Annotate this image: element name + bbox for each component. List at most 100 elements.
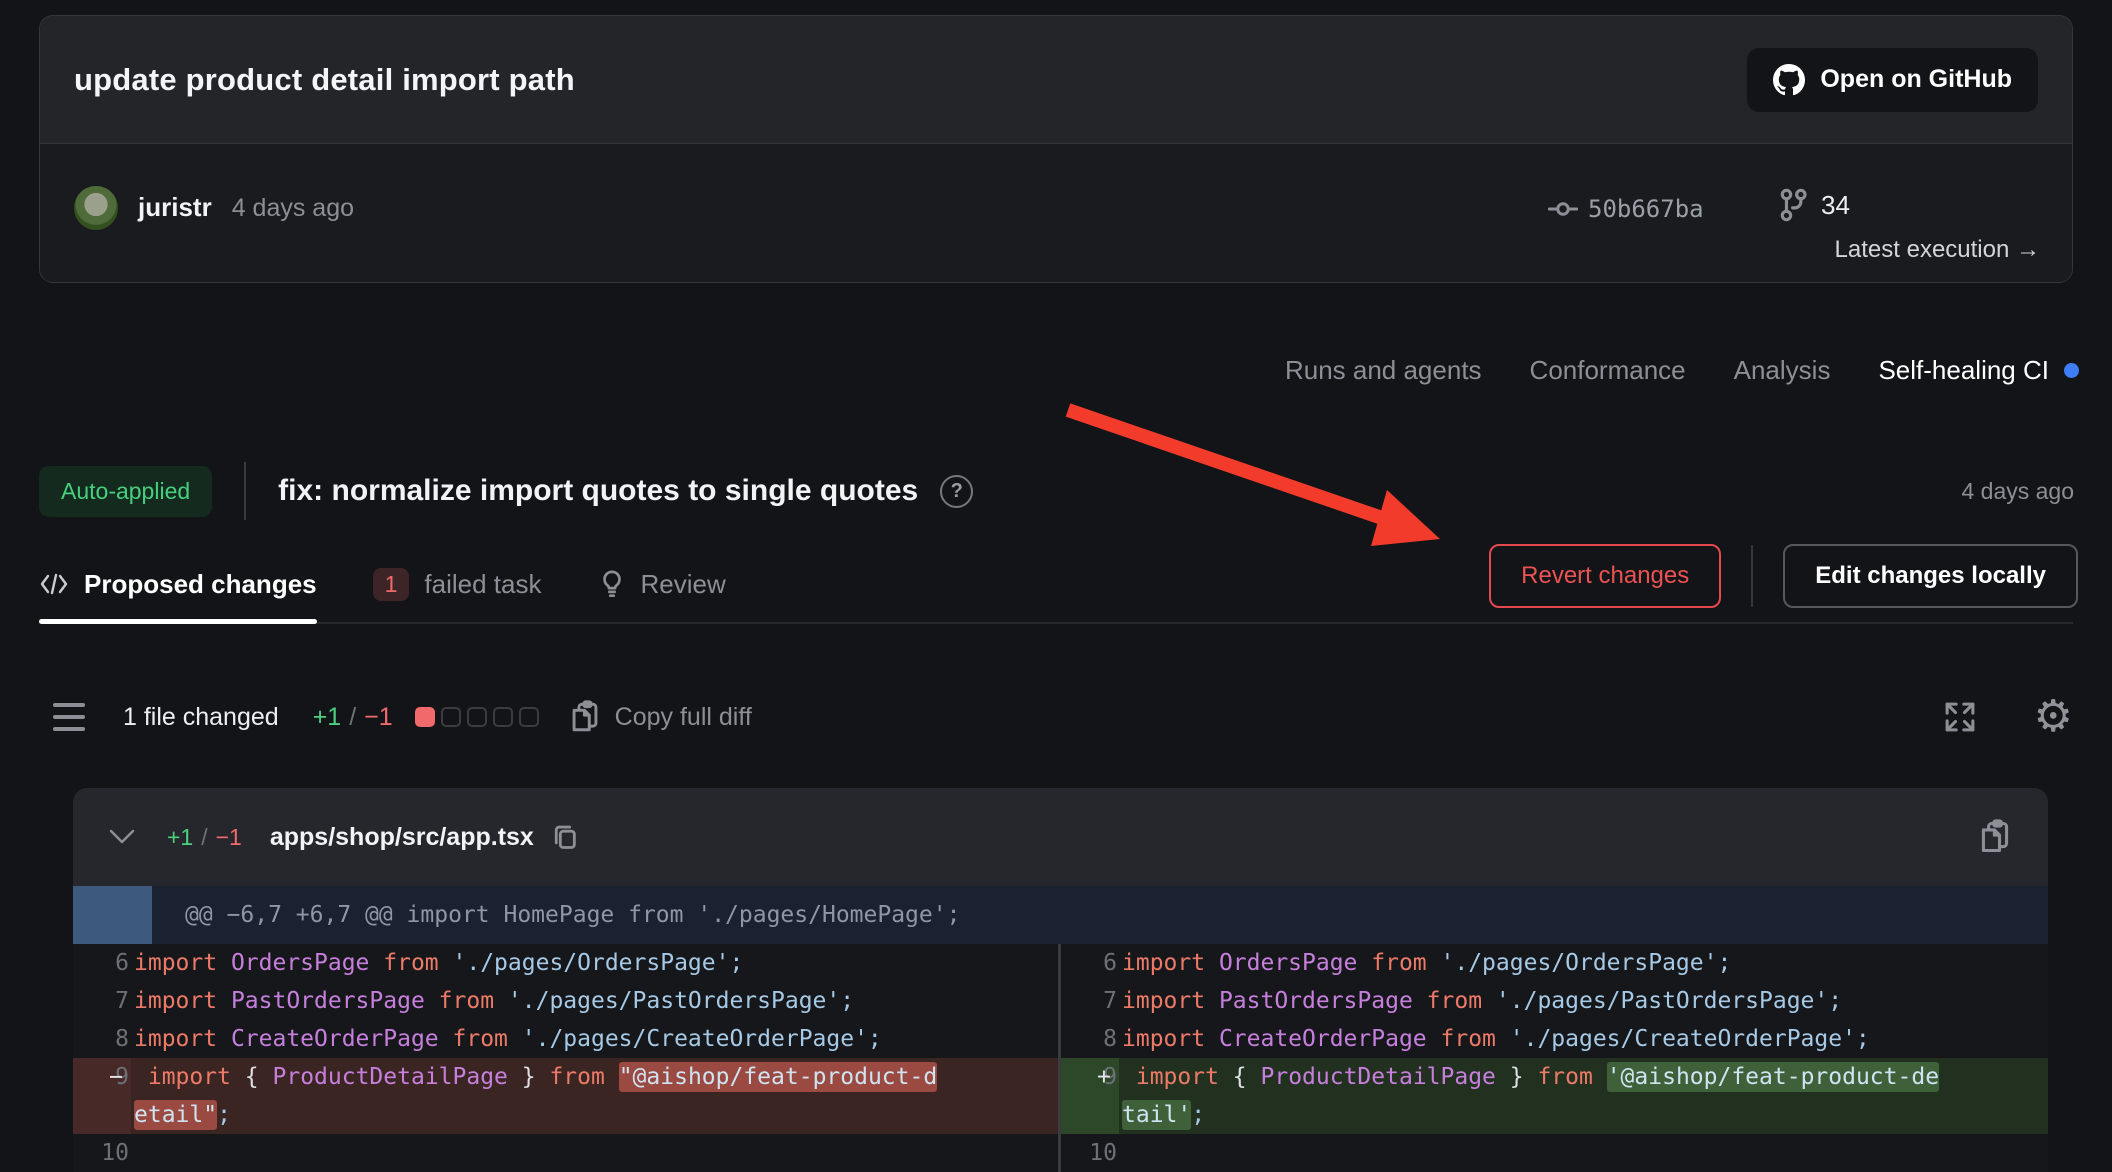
file-diff-header: +1 / −1 apps/shop/src/app.tsx (73, 788, 2048, 886)
file-diff-card: +1 / −1 apps/shop/src/app.tsx @@ −6,7 +6… (73, 788, 2048, 1172)
line-number: 8 (1061, 1020, 1117, 1058)
avatar (74, 186, 118, 230)
file-deletions: −1 (216, 824, 242, 851)
diff-pane-original: 6import OrdersPage from './pages/OrdersP… (73, 944, 1058, 1172)
author-name: juristr (138, 192, 212, 223)
tab-failed-task[interactable]: 1 failed task (373, 546, 542, 622)
latest-execution-link[interactable]: Latest execution → (1835, 236, 2040, 264)
section-nav: Runs and agents Conformance Analysis Sel… (39, 342, 2079, 398)
diff-line: 7import PastOrdersPage from './pages/Pas… (1061, 982, 2048, 1020)
action-buttons: Revert changes Edit changes locally (1489, 544, 2078, 608)
expand-icon[interactable] (1942, 699, 1978, 735)
git-branch-icon (1777, 188, 1809, 222)
tab-proposed-changes[interactable]: Proposed changes (39, 546, 317, 622)
diff-line: 8import CreateOrderPage from './pages/Cr… (1061, 1020, 2048, 1058)
diff-line: etail"; (73, 1096, 1058, 1134)
diff-stats: +1 / −1 (313, 703, 393, 732)
nav-analysis[interactable]: Analysis (1734, 355, 1831, 386)
commit-hash-link[interactable]: 50b667ba (1548, 194, 1704, 224)
code-text: import { ProductDetailPage } from "@aish… (148, 1064, 937, 1090)
divider (1751, 545, 1753, 607)
page-title: update product detail import path (74, 62, 575, 98)
code-text: import PastOrdersPage from './pages/Past… (134, 988, 854, 1014)
diff-line: 8import CreateOrderPage from './pages/Cr… (73, 1020, 1058, 1058)
active-indicator-dot (2064, 363, 2079, 378)
additions-count: +1 (313, 703, 342, 732)
diff-line: 9+import { ProductDetailPage } from '@ai… (1061, 1058, 2048, 1096)
gear-icon[interactable]: ⚙ (2034, 695, 2073, 739)
line-number: 6 (73, 944, 129, 982)
tab-review[interactable]: Review (598, 546, 726, 622)
copy-full-diff-button[interactable]: Copy full diff (569, 700, 752, 734)
files-changed-label: 1 file changed (123, 703, 279, 732)
diff-toolbar: 1 file changed +1 / −1 Copy full diff ⚙ (39, 688, 2073, 746)
code-text: import PastOrdersPage from './pages/Past… (1122, 988, 1842, 1014)
nav-self-healing-ci[interactable]: Self-healing CI (1878, 355, 2079, 386)
nav-self-healing-ci-label: Self-healing CI (1878, 355, 2049, 386)
open-on-github-button[interactable]: Open on GitHub (1747, 48, 2038, 112)
open-on-github-label: Open on GitHub (1820, 65, 2012, 94)
code-text: import OrdersPage from './pages/OrdersPa… (134, 950, 743, 976)
failed-count-badge: 1 (373, 568, 410, 601)
copy-full-diff-label: Copy full diff (615, 703, 752, 732)
diff-stat-block (519, 707, 539, 727)
fix-time: 4 days ago (1961, 478, 2074, 505)
diff-stat-block (441, 707, 461, 727)
diff-line: 6import OrdersPage from './pages/OrdersP… (1061, 944, 2048, 982)
fix-title: fix: normalize import quotes to single q… (278, 474, 918, 508)
edit-changes-locally-button[interactable]: Edit changes locally (1783, 544, 2078, 608)
diff-line: 9−import { ProductDetailPage } from "@ai… (73, 1058, 1058, 1096)
code-icon (39, 570, 69, 598)
hunk-header: @@ −6,7 +6,7 @@ import HomePage from './… (73, 886, 2048, 944)
code-text: import { ProductDetailPage } from '@aish… (1136, 1064, 1939, 1090)
copy-path-icon[interactable] (552, 823, 578, 851)
commit-card-body: juristr 4 days ago 50b667ba 34 Latest ex… (40, 144, 2072, 282)
code-text: import CreateOrderPage from './pages/Cre… (1122, 1026, 1870, 1052)
help-icon[interactable]: ? (940, 475, 973, 508)
file-stats-separator: / (201, 824, 207, 851)
deletions-count: −1 (364, 703, 393, 732)
stats-separator: / (349, 703, 356, 732)
diff-line: 10 (1061, 1134, 2048, 1172)
diff-line: tail'; (1061, 1096, 2048, 1134)
diff-line: 7import PastOrdersPage from './pages/Pas… (73, 982, 1058, 1020)
commit-card: update product detail import path Open o… (39, 15, 2073, 283)
git-commit-icon (1548, 194, 1578, 224)
code-text: etail"; (134, 1102, 231, 1128)
execution-count: 34 (1821, 190, 1850, 221)
diff-stat-block (467, 707, 487, 727)
file-list-menu-icon[interactable] (53, 703, 85, 731)
diff-line: 10 (73, 1134, 1058, 1172)
diff-stat-block (493, 707, 513, 727)
code-text: import OrdersPage from './pages/OrdersPa… (1122, 950, 1731, 976)
nav-conformance[interactable]: Conformance (1530, 355, 1686, 386)
chevron-down-icon[interactable] (107, 827, 137, 847)
diff-pane-modified: 6import OrdersPage from './pages/OrdersP… (1061, 944, 2048, 1172)
executions-link[interactable]: 34 (1777, 188, 1850, 222)
file-diff-stats: +1 / −1 (167, 824, 242, 851)
hunk-gutter-block (73, 886, 152, 944)
revert-changes-button[interactable]: Revert changes (1489, 544, 1721, 608)
copy-file-diff-icon[interactable] (1978, 819, 2012, 855)
nav-runs-and-agents[interactable]: Runs and agents (1285, 355, 1482, 386)
file-name: apps/shop/src/app.tsx (270, 823, 534, 852)
code-text: tail'; (1122, 1102, 1205, 1128)
diff-stat-blocks (415, 707, 539, 727)
diff-stat-block (415, 707, 435, 727)
tab-proposed-changes-label: Proposed changes (84, 569, 317, 600)
fix-header-row: Auto-applied fix: normalize import quote… (39, 460, 2074, 522)
diff-marker: + (1097, 1064, 1111, 1090)
code-text: import CreateOrderPage from './pages/Cre… (134, 1026, 882, 1052)
file-additions: +1 (167, 824, 193, 851)
tab-failed-task-label: failed task (424, 569, 541, 600)
line-number: 10 (73, 1134, 129, 1172)
diff-body: 6import OrdersPage from './pages/OrdersP… (73, 944, 2048, 1172)
github-icon (1773, 64, 1805, 96)
divider (244, 462, 246, 520)
lightbulb-icon (598, 569, 626, 599)
hunk-text: @@ −6,7 +6,7 @@ import HomePage from './… (185, 902, 960, 928)
tab-review-label: Review (641, 569, 726, 600)
line-number: 8 (73, 1020, 129, 1058)
line-number: 10 (1061, 1134, 1117, 1172)
line-number: 7 (73, 982, 129, 1020)
